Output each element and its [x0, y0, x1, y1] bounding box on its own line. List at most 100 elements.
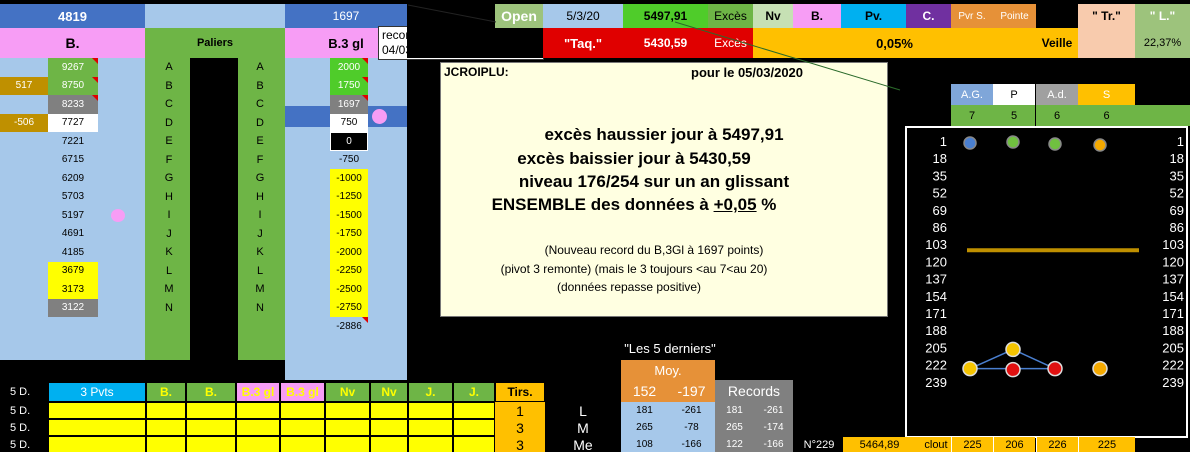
- ranking-bottom-value[interactable]: 225: [951, 437, 993, 452]
- bottom-grid-cell[interactable]: [370, 419, 408, 436]
- derniers-cell[interactable]: 181: [715, 402, 754, 419]
- taq-value[interactable]: 5430,59: [623, 28, 708, 58]
- moy-value-1[interactable]: 152: [621, 380, 668, 402]
- derniers-cell[interactable]: 265: [621, 419, 668, 436]
- palier-letter-left: G: [164, 172, 174, 185]
- bottom-grid-cell[interactable]: [186, 419, 236, 436]
- tirs-value[interactable]: 1: [495, 402, 545, 419]
- b3-value-cell[interactable]: -1250: [330, 187, 368, 206]
- b-value-cell[interactable]: 8233: [48, 95, 98, 114]
- bottom-grid-cell[interactable]: [146, 419, 186, 436]
- b-side-value[interactable]: -506: [0, 113, 48, 132]
- derniers-cell[interactable]: -261: [668, 402, 715, 419]
- derniers-cell[interactable]: 108: [621, 436, 668, 452]
- bottom-grid-cell[interactable]: [370, 436, 408, 452]
- b-value-cell[interactable]: 5703: [48, 187, 98, 206]
- bottom-grid-cell[interactable]: [236, 419, 280, 436]
- b3-value-cell[interactable]: 750: [330, 113, 368, 132]
- b-value-cell[interactable]: 7727: [48, 113, 98, 132]
- tirs-value[interactable]: 3: [495, 436, 545, 452]
- derniers-cell[interactable]: -174: [754, 419, 793, 436]
- note-sub-2: (pivot 3 remonte) (mais le 3 toujours <a…: [500, 262, 768, 276]
- b-value-cell[interactable]: 9267: [48, 58, 98, 77]
- b3-value-cell[interactable]: -2750: [330, 298, 368, 317]
- bottom-grid-cell[interactable]: [325, 402, 370, 419]
- bottom-grid-cell[interactable]: [146, 436, 186, 452]
- derniers-cell[interactable]: -166: [668, 436, 715, 452]
- palier-letter-left: M: [164, 283, 174, 296]
- note-line-4: ENSEMBLE des données à +0,05 %: [411, 195, 857, 215]
- bottom-grid-cell[interactable]: [146, 402, 186, 419]
- bottom-grid-cell[interactable]: [453, 402, 495, 419]
- bottom-grid-cell[interactable]: [280, 436, 325, 452]
- b-value-cell[interactable]: 5197: [48, 206, 98, 225]
- b-side-value[interactable]: 517: [0, 76, 48, 95]
- ranking-bottom-value[interactable]: 206: [993, 437, 1035, 452]
- date-cell[interactable]: 5/3/20: [543, 4, 623, 28]
- bottom-grid-cell[interactable]: [186, 402, 236, 419]
- bottom-grid-cell[interactable]: [186, 436, 236, 452]
- scale-label-right: 154: [1162, 289, 1184, 304]
- bottom-grid-cell[interactable]: [370, 402, 408, 419]
- b-header: B.: [793, 4, 841, 28]
- palier-letter-right: E: [256, 135, 264, 148]
- bottom-grid-cell[interactable]: [408, 402, 453, 419]
- b-value-cell[interactable]: 3679: [48, 261, 98, 280]
- derniers-cell[interactable]: 265: [715, 419, 754, 436]
- b3-value-cell[interactable]: -1750: [330, 224, 368, 243]
- b-cell-comment-marker: [92, 58, 98, 64]
- b-value-cell[interactable]: 3122: [48, 298, 98, 317]
- b-value-cell[interactable]: 4691: [48, 224, 98, 243]
- b-value-cell[interactable]: 3173: [48, 280, 98, 299]
- derniers-cell[interactable]: -166: [754, 436, 793, 452]
- cell-1697[interactable]: 1697: [285, 4, 407, 28]
- derniers-cell[interactable]: -261: [754, 402, 793, 419]
- b3-value-cell[interactable]: -1000: [330, 169, 368, 188]
- derniers-cell[interactable]: 181: [621, 402, 668, 419]
- b-value-cell[interactable]: 7221: [48, 132, 98, 151]
- bottom-grid-cell[interactable]: [325, 419, 370, 436]
- ranking-plot: 1 1 18 18 35 35 52 52 69 69 86 86 103 103 120 120 137 137…: [925, 134, 1184, 390]
- cell-4819[interactable]: 4819: [0, 4, 145, 28]
- bottom-grid-cell[interactable]: [280, 402, 325, 419]
- ranking-header[interactable]: A.d.: [1036, 84, 1078, 105]
- b-value-cell[interactable]: 4185: [48, 243, 98, 262]
- b3-value-cell[interactable]: 0: [330, 132, 368, 151]
- derniers-cell[interactable]: 122: [715, 436, 754, 452]
- ranking-bottom-value[interactable]: 225: [1078, 437, 1135, 452]
- global-percent[interactable]: 0,05%: [753, 28, 1036, 58]
- scale-label-left: 171: [925, 306, 947, 321]
- bottom-grid-cell[interactable]: [280, 419, 325, 436]
- tirs-value[interactable]: 3: [495, 419, 545, 436]
- derniers-cell[interactable]: -78: [668, 419, 715, 436]
- bottom-grid-cell[interactable]: [453, 436, 495, 452]
- l-percent[interactable]: 22,37%: [1135, 28, 1190, 58]
- bottom-grid-cell[interactable]: [325, 436, 370, 452]
- bottom-grid-cell[interactable]: [236, 436, 280, 452]
- ranking-header[interactable]: P: [993, 84, 1035, 105]
- b-value-cell[interactable]: 8750: [48, 76, 98, 95]
- b-value-cell[interactable]: 6209: [48, 169, 98, 188]
- open-value[interactable]: 5497,91: [623, 4, 708, 28]
- j-header-bottom: J.: [408, 382, 453, 402]
- bottom-grid-cell[interactable]: [48, 402, 146, 419]
- b3-value-cell[interactable]: -2250: [330, 261, 368, 280]
- header-strip-top-dark: [407, 4, 495, 28]
- ranking-bottom-value[interactable]: 226: [1036, 437, 1078, 452]
- b3-value-cell[interactable]: -750: [330, 150, 368, 169]
- bottom-grid-cell[interactable]: [236, 402, 280, 419]
- ranking-header[interactable]: S: [1078, 84, 1135, 105]
- palier-letter-right: N: [256, 301, 264, 314]
- bottom-grid-cell[interactable]: [408, 419, 453, 436]
- bottom-grid-cell[interactable]: [408, 436, 453, 452]
- b3-value-cell[interactable]: -2000: [330, 243, 368, 262]
- bottom-grid-cell[interactable]: [48, 419, 146, 436]
- ranking-header[interactable]: A.G.: [951, 84, 993, 105]
- bottom-grid-cell[interactable]: [48, 436, 146, 452]
- bottom-grid-cell[interactable]: [453, 419, 495, 436]
- moy-value-2[interactable]: -197: [668, 380, 715, 402]
- b3-value-cell[interactable]: -1500: [330, 206, 368, 225]
- b3-value-cell[interactable]: -2500: [330, 280, 368, 299]
- footer-value[interactable]: 5464,89: [843, 437, 916, 452]
- b-value-cell[interactable]: 6715: [48, 150, 98, 169]
